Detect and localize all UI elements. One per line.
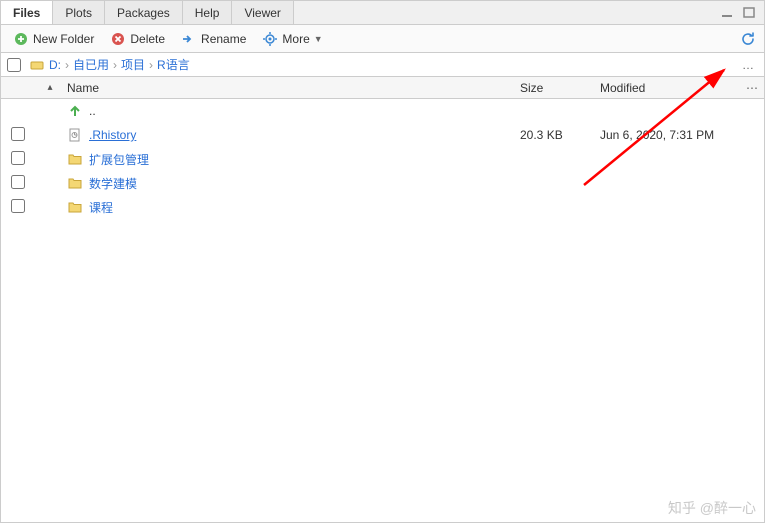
- rename-icon: [181, 31, 197, 47]
- table-row[interactable]: 扩展包管理: [1, 147, 764, 171]
- file-table-header: ▴ Name Size Modified ⋯: [1, 77, 764, 99]
- folder-icon: [67, 175, 83, 191]
- rename-button[interactable]: Rename: [175, 29, 252, 49]
- folder-icon: [67, 151, 83, 167]
- files-toolbar: New Folder Delete Rename More ▼: [1, 25, 764, 53]
- column-menu-button[interactable]: ⋯: [740, 81, 764, 95]
- panel-tabs: Files Plots Packages Help Viewer: [1, 1, 764, 25]
- delete-icon: [110, 31, 126, 47]
- sort-indicator-icon[interactable]: ▴: [37, 82, 63, 93]
- table-row[interactable]: .Rhistory 20.3 KB Jun 6, 2020, 7:31 PM: [1, 123, 764, 147]
- gear-icon: [262, 31, 278, 47]
- new-folder-button[interactable]: New Folder: [7, 29, 100, 49]
- breadcrumb: D: › 自已用 › 项目 › R语言 …: [1, 53, 764, 77]
- dropdown-caret-icon: ▼: [314, 34, 323, 44]
- folder-icon: [67, 199, 83, 215]
- file-name[interactable]: 数学建模: [89, 175, 137, 192]
- file-name[interactable]: 课程: [89, 199, 113, 216]
- chevron-right-icon: ›: [149, 58, 153, 72]
- refresh-icon: [740, 31, 756, 47]
- minimize-icon[interactable]: [720, 5, 736, 21]
- select-all-checkbox[interactable]: [7, 58, 21, 72]
- drive-icon: [29, 57, 45, 73]
- delete-label: Delete: [130, 32, 165, 46]
- new-folder-label: New Folder: [33, 32, 94, 46]
- row-checkbox[interactable]: [11, 175, 25, 189]
- file-modified: Jun 6, 2020, 7:31 PM: [600, 128, 740, 142]
- maximize-icon[interactable]: [742, 5, 758, 21]
- column-name[interactable]: Name: [63, 81, 520, 95]
- file-name: ..: [89, 104, 96, 118]
- up-directory-row[interactable]: ..: [1, 99, 764, 123]
- row-checkbox[interactable]: [11, 127, 25, 141]
- chevron-right-icon: ›: [65, 58, 69, 72]
- tab-plots[interactable]: Plots: [53, 1, 105, 24]
- chevron-right-icon: ›: [113, 58, 117, 72]
- tab-packages[interactable]: Packages: [105, 1, 183, 24]
- crumb-2[interactable]: 项目: [121, 56, 145, 73]
- file-size: 20.3 KB: [520, 128, 600, 142]
- file-list: .. .Rhistory 20.3 KB Jun 6, 2020, 7:31 P…: [1, 99, 764, 219]
- more-label: More: [282, 32, 309, 46]
- file-icon: [67, 127, 83, 143]
- column-size[interactable]: Size: [520, 81, 600, 95]
- tab-viewer[interactable]: Viewer: [232, 1, 293, 24]
- crumb-1[interactable]: 自已用: [73, 56, 109, 73]
- crumb-3[interactable]: R语言: [157, 56, 190, 73]
- breadcrumb-menu-button[interactable]: …: [738, 58, 758, 72]
- file-name[interactable]: 扩展包管理: [89, 151, 149, 168]
- new-folder-icon: [13, 31, 29, 47]
- file-name[interactable]: .Rhistory: [89, 128, 136, 142]
- rename-label: Rename: [201, 32, 246, 46]
- tab-files[interactable]: Files: [1, 1, 53, 24]
- watermark: 知乎 @醉一心: [668, 498, 756, 518]
- tab-help[interactable]: Help: [183, 1, 233, 24]
- table-row[interactable]: 数学建模: [1, 171, 764, 195]
- delete-button[interactable]: Delete: [104, 29, 171, 49]
- up-arrow-icon: [67, 103, 83, 119]
- crumb-root[interactable]: D:: [49, 58, 61, 72]
- row-checkbox[interactable]: [11, 151, 25, 165]
- row-checkbox[interactable]: [11, 199, 25, 213]
- more-button[interactable]: More ▼: [256, 29, 328, 49]
- column-modified[interactable]: Modified: [600, 81, 740, 95]
- table-row[interactable]: 课程: [1, 195, 764, 219]
- refresh-button[interactable]: [738, 29, 758, 49]
